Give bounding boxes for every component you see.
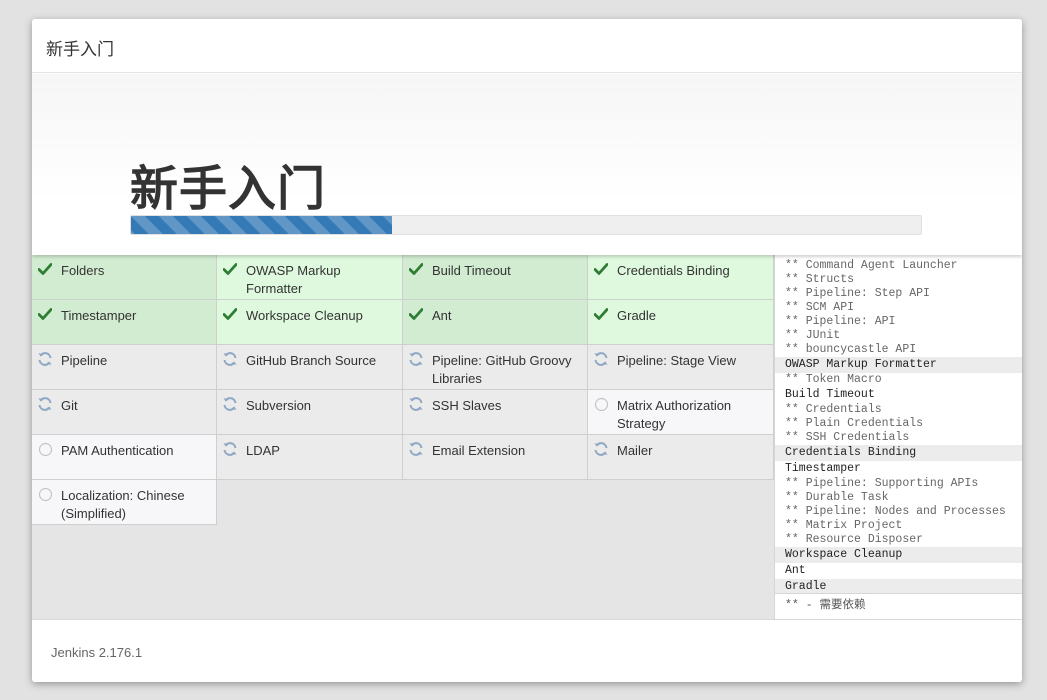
log-dependency-line: ** Pipeline: API <box>785 315 896 328</box>
plugin-item: PAM Authentication <box>32 435 217 480</box>
plugin-name: Timestamper <box>61 308 137 323</box>
log-plugin-line: Build Timeout <box>785 388 875 401</box>
plugin-name: Mailer <box>617 443 653 458</box>
log-dependency-line: ** Durable Task <box>785 491 889 504</box>
dialog-header: 新手入门 <box>32 19 1022 73</box>
plugin-name: PAM Authentication <box>61 443 174 458</box>
check-icon <box>222 306 238 322</box>
log-dependency-line: ** Token Macro <box>785 373 882 386</box>
check-icon <box>37 261 53 277</box>
plugin-item: Subversion <box>217 390 403 435</box>
refresh-icon <box>37 351 53 367</box>
plugin-name: Pipeline: GitHub Groovy Libraries <box>432 353 572 386</box>
plugin-name: Email Extension <box>432 443 526 458</box>
log-dependency-line: ** Pipeline: Nodes and Processes <box>785 505 1006 518</box>
plugin-name: Gradle <box>617 308 657 323</box>
plugin-item: Git <box>32 390 217 435</box>
log-dependency-line: ** Structs <box>785 273 855 286</box>
jenkins-version: Jenkins 2.176.1 <box>51 645 143 660</box>
log-dependency-line: ** Matrix Project <box>785 519 903 532</box>
plugin-name: Workspace Cleanup <box>246 308 363 323</box>
log-dependency-line: ** SCM API <box>785 301 855 314</box>
refresh-icon <box>593 351 609 367</box>
plugin-item: Build Timeout <box>403 255 588 300</box>
check-icon <box>593 261 609 277</box>
refresh-icon <box>408 396 424 412</box>
circle-icon <box>37 441 53 457</box>
install-progress-fill <box>131 216 392 234</box>
plugin-item: OWASP Markup Formatter <box>217 255 403 300</box>
log-dependency-line: ** Pipeline: Supporting APIs <box>785 477 979 490</box>
log-footer-note: ** - 需要依赖 <box>775 593 1022 619</box>
log-plugin-line: Timestamper <box>785 462 861 475</box>
refresh-icon <box>37 396 53 412</box>
install-log-panel[interactable]: ** Command Agent Launcher ** Structs ** Pi… <box>774 255 1022 619</box>
refresh-icon <box>222 396 238 412</box>
check-icon <box>37 306 53 322</box>
plugin-name: Subversion <box>246 398 312 413</box>
plugin-item: GitHub Branch Source <box>217 345 403 390</box>
dialog-footer: Jenkins 2.176.1 <box>32 619 1022 682</box>
log-plugin-line: Ant <box>785 564 806 577</box>
plugin-name: OWASP Markup Formatter <box>246 263 341 296</box>
install-content: Folders OWASP Markup Formatter Build Timeo… <box>32 255 1022 619</box>
refresh-icon <box>408 351 424 367</box>
plugin-item: LDAP <box>217 435 403 480</box>
circle-icon <box>593 396 609 412</box>
log-dependency-line: ** SSH Credentials <box>785 431 910 444</box>
refresh-icon <box>222 351 238 367</box>
refresh-icon <box>593 441 609 457</box>
plugin-name: Build Timeout <box>432 263 511 278</box>
log-plugin-line: OWASP Markup Formatter <box>775 357 1022 373</box>
check-icon <box>408 306 424 322</box>
refresh-icon <box>222 441 238 457</box>
jumbotron: 新手入门 <box>32 74 1022 255</box>
check-icon <box>593 306 609 322</box>
plugin-name: GitHub Branch Source <box>246 353 377 368</box>
plugin-item: Localization: Chinese (Simplified) <box>32 480 217 525</box>
log-plugin-line: Workspace Cleanup <box>775 547 1022 563</box>
install-progress-bar <box>130 215 922 235</box>
plugin-item: Email Extension <box>403 435 588 480</box>
dialog-title: 新手入门 <box>46 40 114 60</box>
plugin-item: SSH Slaves <box>403 390 588 435</box>
page-title: 新手入门 <box>130 161 327 217</box>
plugin-item: Matrix Authorization Strategy <box>588 390 774 435</box>
log-dependency-line: ** JUnit <box>785 329 841 342</box>
circle-icon <box>37 486 53 502</box>
plugin-item: Workspace Cleanup <box>217 300 403 345</box>
refresh-icon <box>408 441 424 457</box>
plugin-item: Ant <box>403 300 588 345</box>
plugin-item: Timestamper <box>32 300 217 345</box>
plugin-item: Pipeline: GitHub Groovy Libraries <box>403 345 588 390</box>
plugin-item: Gradle <box>588 300 774 345</box>
plugin-item: Pipeline <box>32 345 217 390</box>
plugin-item: Pipeline: Stage View <box>588 345 774 390</box>
log-dependency-line: ** Command Agent Launcher <box>785 259 958 272</box>
plugin-grid: Folders OWASP Markup Formatter Build Timeo… <box>32 255 774 525</box>
plugin-name: Ant <box>432 308 452 323</box>
plugin-name: Credentials Binding <box>617 263 730 278</box>
install-log-lines: ** Command Agent Launcher ** Structs ** Pi… <box>775 255 1022 595</box>
getting-started-dialog: 新手入门 新手入门 Folders OWASP Markup Formatter B… <box>32 19 1022 682</box>
log-dependency-line: ** bouncycastle API <box>785 343 917 356</box>
plugin-item: Folders <box>32 255 217 300</box>
check-icon <box>222 261 238 277</box>
log-dependency-line: ** Pipeline: Step API <box>785 287 930 300</box>
plugin-name: SSH Slaves <box>432 398 502 413</box>
plugin-item: Credentials Binding <box>588 255 774 300</box>
log-plugin-line: Credentials Binding <box>775 445 1022 461</box>
log-dependency-line: ** Credentials <box>785 403 882 416</box>
plugin-name: Pipeline <box>61 353 108 368</box>
plugin-name: Localization: Chinese (Simplified) <box>61 488 185 521</box>
plugin-name: LDAP <box>246 443 280 458</box>
log-dependency-line: ** Plain Credentials <box>785 417 924 430</box>
plugin-name: Git <box>61 398 78 413</box>
check-icon <box>408 261 424 277</box>
plugin-name: Pipeline: Stage View <box>617 353 737 368</box>
plugin-name: Matrix Authorization Strategy <box>617 398 732 431</box>
plugin-item: Mailer <box>588 435 774 480</box>
log-dependency-line: ** Resource Disposer <box>785 533 924 546</box>
plugin-name: Folders <box>61 263 105 278</box>
